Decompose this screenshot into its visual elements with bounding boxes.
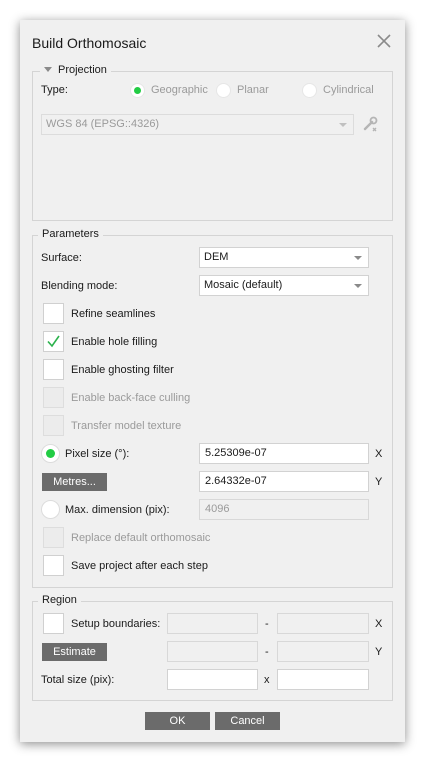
enable-ghosting-filter-checkbox[interactable] [43, 359, 64, 380]
blending-mode-select[interactable]: Mosaic (default) [199, 275, 369, 296]
crs-select[interactable]: WGS 84 (EPSG::4326) [41, 114, 354, 135]
chevron-down-icon [339, 123, 347, 127]
replace-default-label[interactable]: Replace default orthomosaic [71, 532, 210, 544]
build-orthomosaic-dialog: Build Orthomosaic Projection Type: Geogr… [20, 20, 405, 742]
pixel-size-y-field[interactable]: 2.64332e-07 [199, 471, 369, 492]
save-project-label[interactable]: Save project after each step [71, 560, 208, 572]
transfer-model-texture-label[interactable]: Transfer model texture [71, 420, 181, 432]
refine-seamlines-checkbox[interactable] [43, 303, 64, 324]
close-icon[interactable] [375, 32, 393, 50]
boundary-x-dash: - [265, 618, 269, 630]
save-project-checkbox[interactable] [43, 555, 64, 576]
max-dimension-radio[interactable] [41, 500, 60, 519]
max-dimension-field[interactable]: 4096 [199, 499, 369, 520]
x-axis-label: X [375, 448, 383, 460]
checkmark-icon [47, 335, 60, 348]
boundary-y-dash: - [265, 646, 269, 658]
settings-icon[interactable] [361, 115, 379, 133]
enable-hole-filling-checkbox[interactable] [43, 331, 64, 352]
radio-cylindrical[interactable] [302, 83, 317, 98]
enable-hole-filling-label[interactable]: Enable hole filling [71, 336, 157, 348]
cancel-button[interactable]: Cancel [215, 712, 280, 730]
ok-button[interactable]: OK [145, 712, 210, 730]
dialog-title: Build Orthomosaic [32, 35, 147, 51]
surface-label: Surface: [41, 252, 82, 264]
blending-mode-label: Blending mode: [41, 280, 118, 292]
parameters-group-label: Parameters [38, 228, 103, 240]
type-label: Type: [41, 84, 68, 96]
total-size-y-field[interactable] [277, 669, 369, 690]
total-size-times: x [264, 674, 270, 686]
pixel-size-x-field[interactable]: 5.25309e-07 [199, 443, 369, 464]
radio-geographic[interactable] [130, 83, 145, 98]
setup-boundaries-checkbox[interactable] [43, 613, 64, 634]
max-dimension-label[interactable]: Max. dimension (pix): [65, 504, 170, 516]
y-axis-label: Y [375, 476, 383, 488]
radio-planar[interactable] [216, 83, 231, 98]
chevron-down-icon [354, 256, 362, 260]
enable-backface-culling-label[interactable]: Enable back-face culling [71, 392, 190, 404]
crs-value: WGS 84 (EPSG::4326) [46, 118, 160, 130]
radio-planar-label[interactable]: Planar [237, 84, 269, 96]
radio-cylindrical-label[interactable]: Cylindrical [323, 84, 374, 96]
blending-mode-value: Mosaic (default) [204, 279, 283, 291]
setup-boundaries-label[interactable]: Setup boundaries: [71, 618, 160, 630]
radio-geographic-label[interactable]: Geographic [151, 84, 208, 96]
region-group-label: Region [38, 594, 81, 606]
boundary-y-max-field[interactable] [277, 641, 369, 662]
total-size-label: Total size (pix): [41, 674, 115, 686]
collapse-arrow-icon[interactable] [44, 67, 52, 73]
total-size-x-field[interactable] [167, 669, 258, 690]
estimate-button[interactable]: Estimate [42, 643, 107, 661]
boundary-y-min-field[interactable] [167, 641, 258, 662]
projection-group-header[interactable]: Projection [40, 64, 111, 76]
surface-value: DEM [204, 251, 229, 263]
region-y-axis-label: Y [375, 646, 383, 658]
projection-group-label: Projection [58, 64, 107, 76]
boundary-x-max-field[interactable] [277, 613, 369, 634]
pixel-size-radio[interactable] [41, 444, 60, 463]
refine-seamlines-label[interactable]: Refine seamlines [71, 308, 155, 320]
transfer-model-texture-checkbox[interactable] [43, 415, 64, 436]
pixel-size-label[interactable]: Pixel size (°): [65, 448, 129, 460]
boundary-x-min-field[interactable] [167, 613, 258, 634]
enable-ghosting-filter-label[interactable]: Enable ghosting filter [71, 364, 174, 376]
surface-select[interactable]: DEM [199, 247, 369, 268]
enable-backface-culling-checkbox[interactable] [43, 387, 64, 408]
metres-button[interactable]: Metres... [42, 473, 107, 491]
replace-default-checkbox[interactable] [43, 527, 64, 548]
region-x-axis-label: X [375, 618, 383, 630]
chevron-down-icon [354, 284, 362, 288]
